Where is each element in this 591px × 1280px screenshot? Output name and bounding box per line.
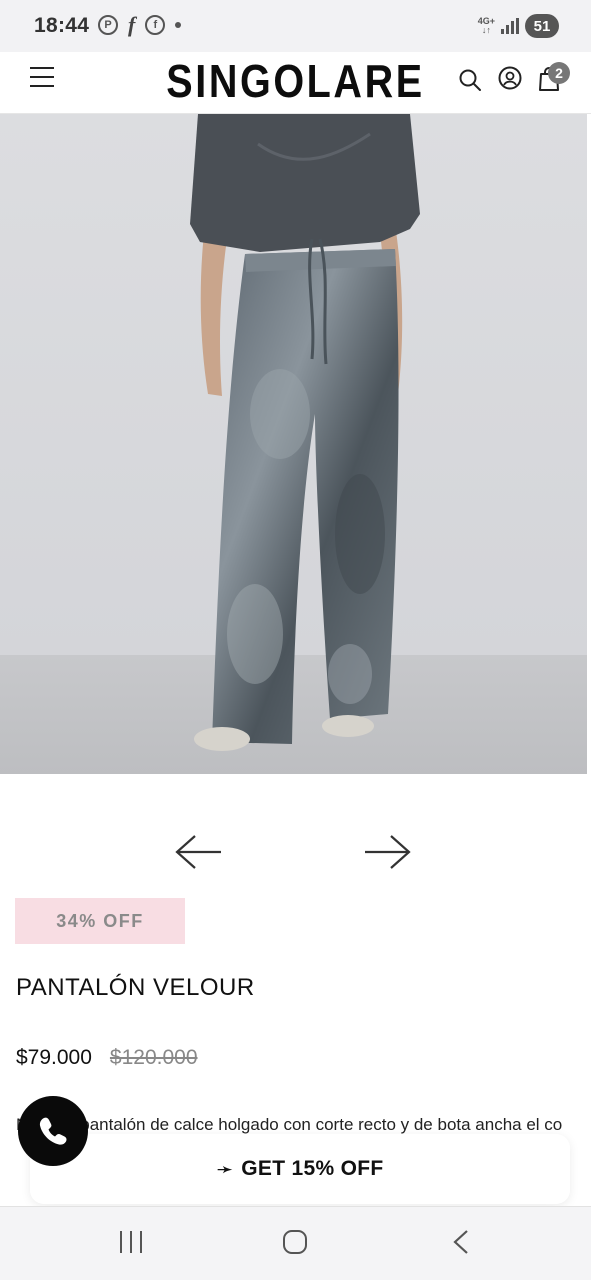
promo-text: GET 15% OFF [241, 1157, 384, 1180]
signal-icon [501, 18, 519, 34]
account-icon[interactable] [498, 66, 522, 90]
recent-apps-icon[interactable] [118, 1229, 144, 1255]
status-notification-icons: P f f [98, 12, 182, 37]
system-navigation-bar [0, 1206, 591, 1280]
price-current: $79.000 [16, 1046, 92, 1069]
search-icon[interactable] [458, 68, 482, 92]
promo-bar[interactable]: ➛ GET 15% OFF [30, 1134, 570, 1204]
discount-badge: 34% OFF [15, 898, 185, 944]
product-image[interactable] [0, 114, 587, 774]
site-header: SINGOLARE 2 [0, 52, 591, 114]
network-type: 4G+ ↓↑ [477, 16, 495, 35]
phone-icon [39, 1117, 67, 1145]
status-system-icons: 4G+ ↓↑ 51 [478, 14, 559, 38]
promo-arrow-icon: ➛ [216, 1158, 234, 1181]
battery-indicator: 51 [525, 14, 559, 38]
status-bar: 18:44 P f f 4G+ ↓↑ 51 [0, 0, 591, 52]
arrow-right-icon[interactable] [363, 830, 411, 874]
notification-dot-icon [175, 22, 182, 28]
price-old: $120.000 [109, 1046, 198, 1069]
home-icon[interactable] [282, 1229, 308, 1255]
price-row: $79.000 $120.000 [16, 1046, 198, 1070]
facebook-f-icon: f [128, 12, 136, 37]
facebook-messenger-icon: f [145, 15, 166, 35]
whatsapp-button[interactable] [18, 1096, 88, 1166]
product-photo-illustration [190, 114, 420, 751]
pinterest-icon: P [98, 15, 118, 35]
arrow-left-icon[interactable] [175, 830, 223, 874]
product-title: PANTALÓN VELOUR [16, 974, 255, 1001]
status-time: 18:44 [34, 14, 90, 37]
back-icon[interactable] [452, 1229, 470, 1255]
cart-count-badge: 2 [548, 62, 570, 84]
